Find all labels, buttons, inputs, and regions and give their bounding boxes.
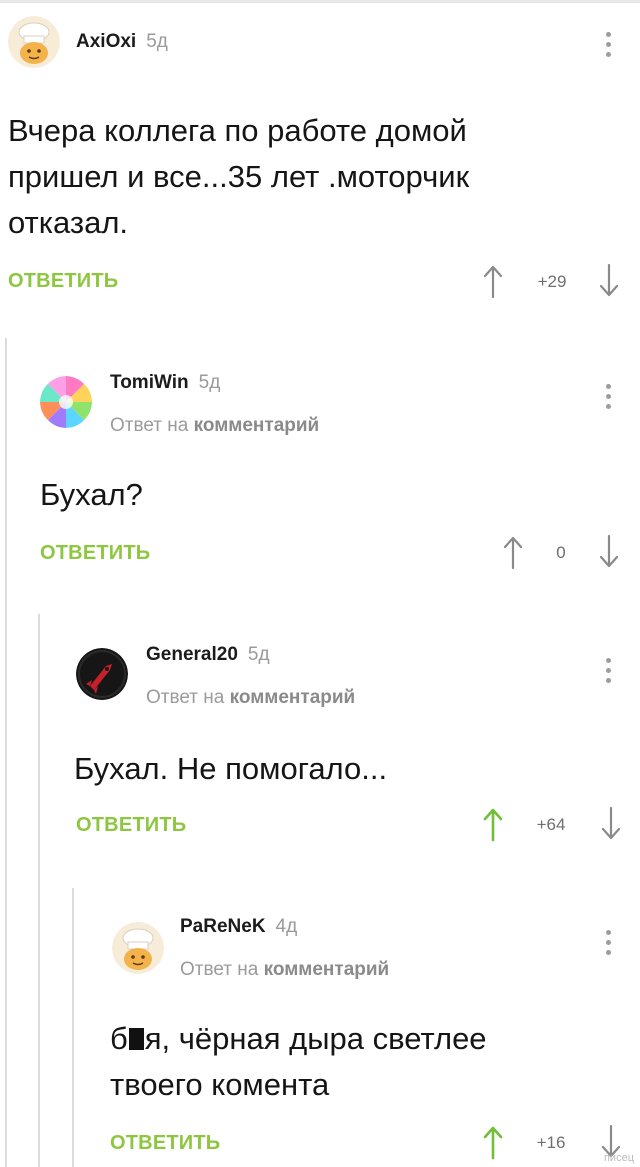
comment: AxiOxi 5д Вчера коллега по работе домой п… (8, 16, 632, 306)
username-text[interactable]: AxiOxi (76, 31, 136, 52)
reply-button[interactable]: ОТВЕТИТЬ (8, 270, 118, 293)
top-divider (0, 0, 640, 3)
reply-to-prefix: Ответ на (110, 415, 189, 436)
reply-button[interactable]: ОТВЕТИТЬ (110, 1132, 220, 1155)
reply-to-label: Ответ на комментарий (180, 959, 389, 981)
comment-text-line: Бухал? (40, 477, 143, 512)
comment-text: б я, чёрная дыра светлее твоего комента (110, 1016, 610, 1108)
comment-age: 5д (146, 31, 168, 52)
reply-to-link[interactable]: комментарий (264, 959, 390, 980)
rocket-avatar-icon[interactable] (76, 648, 128, 700)
downvote-arrow-icon[interactable] (600, 806, 622, 842)
comment-text-line: Бухал. Не помогало... (74, 751, 388, 786)
vote-score: 0 (556, 543, 566, 562)
username[interactable]: AxiOxi 5д (76, 31, 168, 53)
vote-score: +64 (536, 815, 566, 834)
vote-controls: +64 (478, 806, 632, 846)
username[interactable]: TomiWin 5д (110, 372, 220, 394)
downvote-arrow-icon[interactable] (598, 534, 620, 570)
more-options-icon[interactable] (604, 930, 612, 966)
vote-controls: +29 (482, 263, 632, 303)
username[interactable]: PaReNeK 4д (180, 916, 297, 938)
downvote-arrow-icon[interactable] (598, 263, 620, 299)
vote-score: +16 (536, 1133, 566, 1152)
reply-to-link[interactable]: комментарий (230, 687, 356, 708)
comment-text: Бухал. Не помогало... (74, 746, 594, 792)
chef-avatar-icon[interactable] (112, 922, 164, 974)
comment-header: General20 5д Ответ на комментарий (74, 640, 632, 708)
reply-button[interactable]: ОТВЕТИТЬ (40, 542, 150, 565)
reply-to-label: Ответ на комментарий (110, 415, 319, 437)
username[interactable]: General20 5д (146, 644, 270, 666)
thread-line-level-2 (38, 614, 40, 1167)
upvote-arrow-icon[interactable] (482, 263, 504, 299)
reply-button[interactable]: ОТВЕТИТЬ (76, 814, 186, 837)
username-text[interactable]: TomiWin (110, 372, 189, 393)
censor-block (128, 1028, 144, 1050)
comment-text-line: Вчера коллега по работе домой (8, 113, 467, 148)
comment-header: TomiWin 5д Ответ на комментарий (40, 366, 632, 436)
reply-to-label: Ответ на комментарий (146, 687, 355, 709)
username-text[interactable]: General20 (146, 644, 238, 665)
more-options-icon[interactable] (604, 384, 612, 420)
comment-text-part: я, чёрная дыра светлее (144, 1021, 487, 1056)
comment-text-line: твоего комента (110, 1067, 330, 1102)
thread-line-level-1 (5, 338, 7, 1167)
upvote-arrow-icon[interactable] (482, 806, 504, 842)
comment-header: AxiOxi 5д (8, 16, 632, 76)
comment-text: Вчера коллега по работе домой пришел и в… (8, 108, 608, 246)
watermark: писец (603, 1152, 634, 1164)
vote-controls: 0 (496, 534, 636, 574)
comment-age: 5д (247, 644, 270, 665)
reply-to-link[interactable]: комментарий (194, 415, 320, 436)
reply-to-prefix: Ответ на (146, 687, 225, 708)
comment-text-line: пришел и все...35 лет .моторчик (8, 159, 470, 194)
comment-age: 4д (275, 916, 298, 937)
more-options-icon[interactable] (604, 32, 612, 68)
comment-text-part: б (110, 1021, 128, 1056)
comment-text-line: отказал. (8, 205, 129, 240)
upvote-arrow-icon[interactable] (482, 1124, 504, 1160)
chef-avatar-icon[interactable] (8, 16, 60, 68)
reply-to-prefix: Ответ на (180, 959, 259, 980)
more-options-icon[interactable] (604, 658, 612, 694)
comment: General20 5д Ответ на комментарий Бухал. … (74, 640, 632, 860)
comment-age: 5д (198, 372, 221, 393)
vote-score: +29 (537, 272, 567, 291)
comment-text: Бухал? (40, 472, 600, 518)
rainbow-avatar-icon[interactable] (40, 376, 92, 428)
upvote-arrow-icon[interactable] (502, 534, 524, 570)
comment: TomiWin 5д Ответ на комментарий Бухал? ОТ… (40, 366, 632, 586)
comment: PaReNeK 4д Ответ на комментарий б я, чёрна… (108, 912, 632, 1167)
thread-line-level-3 (72, 888, 74, 1167)
comment-header: PaReNeK 4д Ответ на комментарий (108, 912, 632, 980)
username-text[interactable]: PaReNeK (180, 916, 266, 937)
comment-text-line: б я, чёрная дыра светлее (110, 1016, 610, 1062)
